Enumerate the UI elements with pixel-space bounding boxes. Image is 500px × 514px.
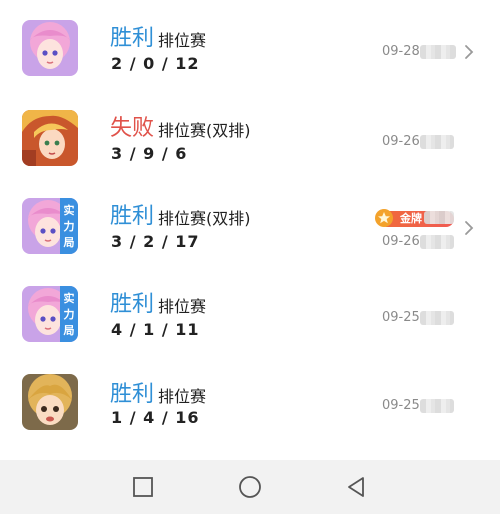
power-tag-char: 力: [63, 307, 75, 321]
chevron-right-icon[interactable]: [462, 43, 476, 61]
match-row[interactable]: 失败 排位赛(双排) 3 / 9 / 6 09-26: [0, 94, 500, 182]
match-row[interactable]: 实 力 局 胜利 排位赛(双排) 3 / 2 / 17 09-26: [0, 184, 500, 272]
power-tag-char: 局: [63, 235, 75, 249]
match-mode: 排位赛: [158, 297, 207, 316]
match-row[interactable]: 实 力 局 胜利 排位赛 4 / 1 / 11 09-25: [0, 272, 500, 360]
circle-home-icon[interactable]: [237, 474, 263, 500]
system-navigation-bar: [0, 460, 500, 514]
match-result: 胜利: [110, 292, 155, 317]
match-row[interactable]: 胜利 排位赛 2 / 0 / 12 09-28: [0, 4, 500, 92]
power-match-tag: 实 力 局: [60, 198, 78, 254]
match-history-list: 胜利 排位赛 2 / 0 / 12 09-28 失败 排位赛(双排) 3 / 9…: [0, 0, 500, 460]
match-time: 09-25: [382, 310, 420, 325]
square-recent-apps-icon[interactable]: [130, 474, 156, 500]
hero-portrait-pink-hair-icon: 实 力 局: [22, 286, 78, 342]
match-kda: 3 / 9 / 6: [111, 144, 188, 163]
power-tag-char: 实: [63, 203, 75, 217]
match-mode: 排位赛(双排): [158, 209, 251, 228]
match-kda: 2 / 0 / 12: [111, 54, 200, 73]
match-mode: 排位赛(双排): [158, 121, 251, 140]
redacted-time-detail: [420, 135, 454, 149]
match-time: 09-25: [382, 398, 420, 413]
match-mode: 排位赛: [158, 31, 207, 50]
power-tag-char: 力: [63, 219, 75, 233]
match-kda: 1 / 4 / 16: [111, 408, 200, 427]
hero-portrait-blonde-child-icon: [22, 374, 78, 430]
hero-portrait-golden-hair-icon: [22, 110, 78, 166]
match-kda: 3 / 2 / 17: [111, 232, 200, 251]
hero-portrait-pink-hair-icon: [22, 20, 78, 76]
hero-portrait-pink-hair-icon: 实 力 局: [22, 198, 78, 254]
match-kda: 4 / 1 / 11: [111, 320, 200, 339]
match-time: 09-26: [382, 234, 420, 249]
redacted-badge-detail: [424, 211, 454, 224]
redacted-time-detail: [420, 235, 454, 249]
power-tag-char: 局: [63, 323, 75, 337]
match-row[interactable]: 胜利 排位赛 1 / 4 / 16 09-25: [0, 362, 500, 450]
match-result: 胜利: [110, 204, 155, 229]
match-mode: 排位赛: [158, 387, 207, 406]
match-result: 胜利: [110, 382, 155, 407]
redacted-time-detail: [420, 399, 454, 413]
match-time: 09-28: [382, 44, 420, 59]
power-tag-char: 实: [63, 291, 75, 305]
redacted-time-detail: [420, 311, 454, 325]
match-result: 失败: [110, 116, 155, 141]
match-result: 胜利: [110, 26, 155, 51]
redacted-time-detail: [420, 45, 456, 59]
chevron-right-icon[interactable]: [462, 219, 476, 237]
power-match-tag: 实 力 局: [60, 286, 78, 342]
triangle-back-icon[interactable]: [343, 474, 369, 500]
star-icon: [375, 209, 393, 227]
match-time: 09-26: [382, 134, 420, 149]
